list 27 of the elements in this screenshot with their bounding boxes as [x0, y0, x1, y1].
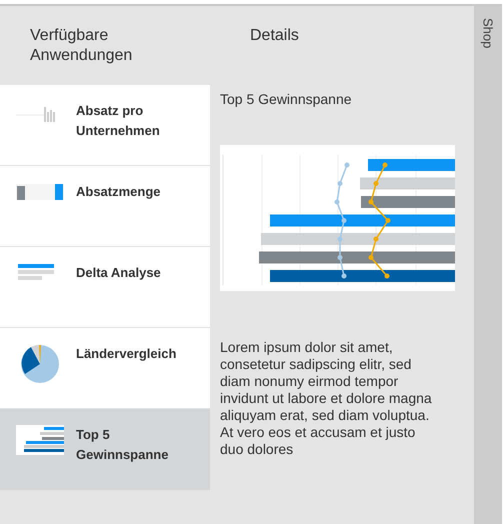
- data-point: [338, 236, 342, 242]
- application-item[interactable]: Absatz pro Unternehmen: [0, 85, 210, 166]
- details-description: Lorem ipsum dolor sit amet, consetetur sadipscing elitr, sed diam nonumy eirmod tempor invidunt ut labore et dolore magna aliquyam erat, sed diam voluptua. At vero eos et accusam et justo duo dolores: [220, 339, 433, 458]
- application-item[interactable]: Delta Analyse: [0, 247, 210, 328]
- details-title: Top 5 Gewinnspanne: [220, 91, 353, 107]
- application-item[interactable]: Absatzmenge: [0, 166, 210, 247]
- data-point: [386, 218, 390, 223]
- side-tab[interactable]: Shop: [474, 4, 502, 524]
- bullet-chart-icon: [16, 182, 64, 202]
- data-point: [342, 274, 346, 278]
- data-point: [382, 162, 388, 168]
- data-point: [338, 181, 342, 186]
- data-point: [334, 200, 340, 204]
- data-point: [344, 162, 350, 168]
- data-point: [338, 255, 342, 260]
- list-header: Verfügbare Anwendungen: [30, 27, 132, 64]
- application-item[interactable]: Ländervergleich: [0, 328, 210, 409]
- bar-chart-icon: [16, 425, 64, 455]
- data-point: [368, 255, 374, 260]
- application-item[interactable]: Top 5 Gewinnspanne: [0, 409, 210, 490]
- data-point: [384, 274, 390, 278]
- data-point: [342, 218, 346, 223]
- details-header: Details: [250, 27, 299, 44]
- data-point: [374, 181, 378, 186]
- data-point: [374, 236, 378, 242]
- pie-chart-icon: [20, 344, 60, 384]
- data-point: [368, 200, 374, 204]
